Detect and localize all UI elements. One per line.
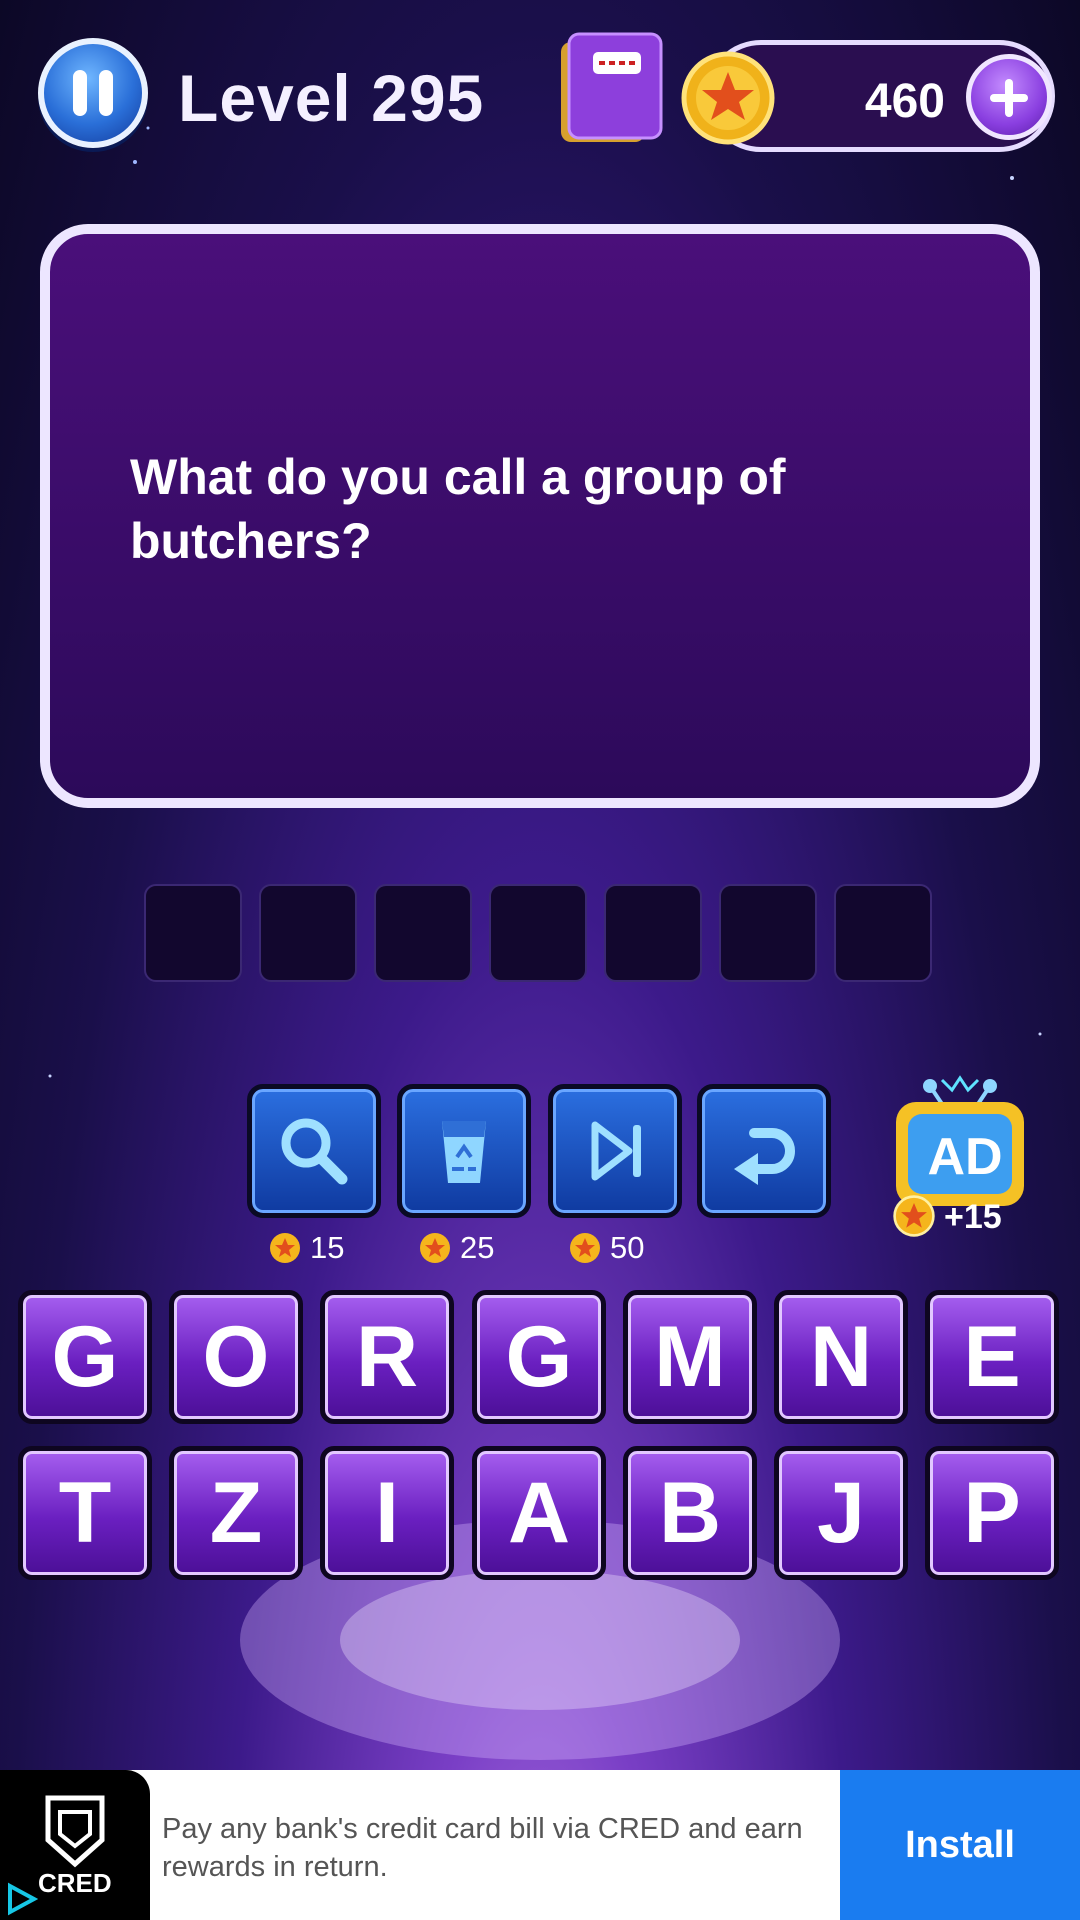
skip-icon — [591, 1121, 641, 1181]
letter-tile[interactable]: Z — [169, 1446, 303, 1580]
undo-button[interactable] — [697, 1084, 831, 1218]
coin-icon — [270, 1233, 300, 1263]
remove-letters-button[interactable] — [397, 1084, 531, 1218]
trash-recycle-icon — [442, 1121, 486, 1183]
ad-text: Pay any bank's credit card bill via CRED… — [162, 1813, 803, 1883]
letter-tile[interactable]: N — [774, 1290, 908, 1424]
level-title: Level 295 — [178, 61, 485, 135]
letter-tile[interactable]: P — [925, 1446, 1059, 1580]
answer-slot[interactable] — [489, 884, 587, 982]
book-icon[interactable] — [555, 28, 667, 146]
skip-level-button[interactable] — [548, 1084, 682, 1218]
coin-icon — [420, 1233, 450, 1263]
letter-tile[interactable]: R — [320, 1290, 454, 1424]
brand-name: CRED — [38, 1868, 112, 1898]
answer-slot[interactable] — [719, 884, 817, 982]
letter-tile[interactable]: J — [774, 1446, 908, 1580]
install-button[interactable]: Install — [840, 1770, 1080, 1920]
answer-slot[interactable] — [259, 884, 357, 982]
magnifier-icon — [281, 1118, 348, 1185]
undo-icon — [734, 1128, 795, 1185]
answer-slot[interactable] — [834, 884, 932, 982]
letter-tile[interactable]: G — [18, 1290, 152, 1424]
letter-tile[interactable]: T — [18, 1446, 152, 1580]
question-text: What do you call a group of butchers? — [130, 449, 786, 569]
letter-tile[interactable]: E — [925, 1290, 1059, 1424]
letter-tile[interactable]: O — [169, 1290, 303, 1424]
answer-slot[interactable] — [604, 884, 702, 982]
letter-tile[interactable]: M — [623, 1290, 757, 1424]
pause-button[interactable] — [38, 38, 148, 148]
hint-reveal-button[interactable] — [247, 1084, 381, 1218]
cred-shield-icon — [45, 1795, 105, 1868]
coin-icon — [893, 1195, 935, 1237]
coin-count: 460 — [864, 75, 945, 128]
ad-choices-icon[interactable] — [4, 1882, 38, 1916]
ad-label: AD — [927, 1128, 1003, 1186]
skip-cost: 50 — [568, 1228, 644, 1268]
letter-tile[interactable]: I — [320, 1446, 454, 1580]
letter-tile[interactable]: B — [623, 1446, 757, 1580]
letter-tile[interactable]: A — [472, 1446, 606, 1580]
answer-slot[interactable] — [374, 884, 472, 982]
ad-reward-amount: +15 — [944, 1198, 1002, 1236]
remove-cost: 25 — [418, 1228, 494, 1268]
hint-cost: 15 — [268, 1228, 344, 1268]
answer-slot[interactable] — [144, 884, 242, 982]
pause-icon — [73, 70, 87, 116]
add-coins-button[interactable] — [966, 54, 1052, 140]
letter-tile[interactable]: G — [472, 1290, 606, 1424]
coin-icon — [570, 1233, 600, 1263]
